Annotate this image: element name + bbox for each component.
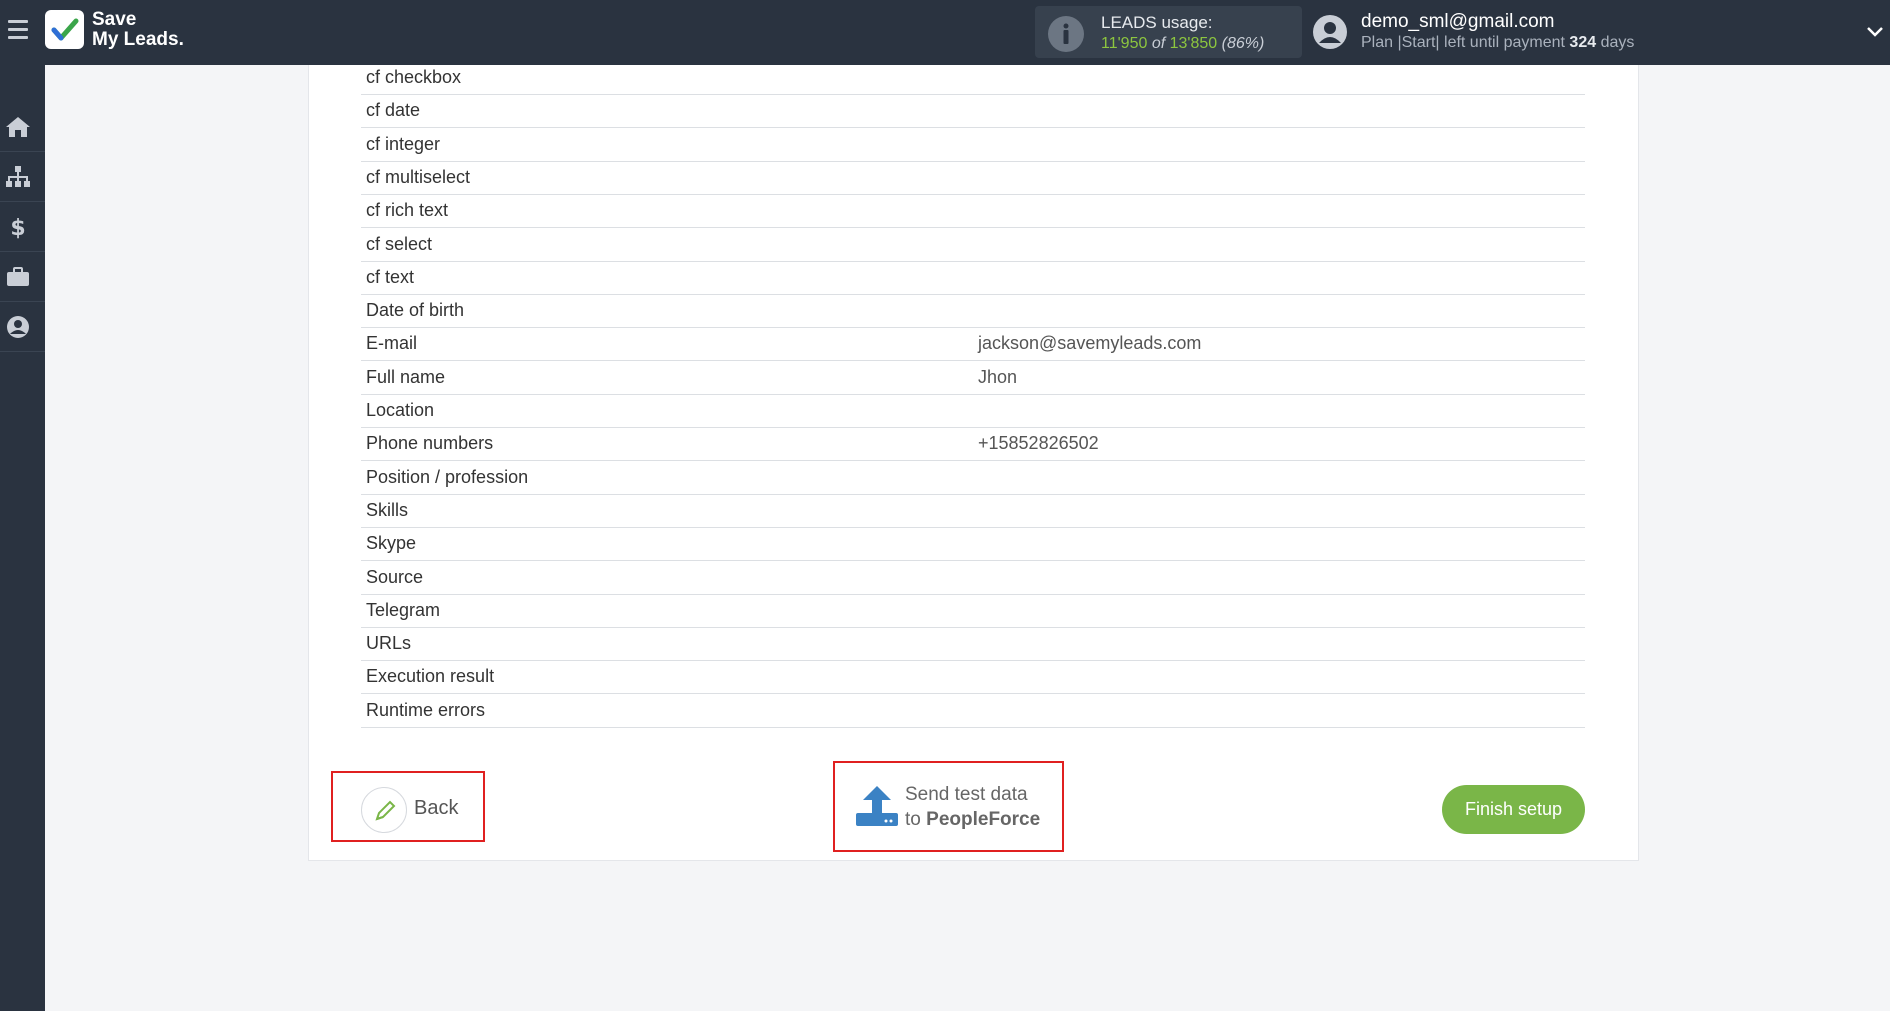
- field-label: Execution result: [366, 666, 495, 687]
- field-label: Date of birth: [366, 300, 465, 321]
- brand-line-2: My Leads.: [92, 29, 184, 50]
- table-row: Date of birth: [361, 295, 1585, 329]
- table-row: Position / profession: [361, 462, 1585, 495]
- field-label: cf select: [366, 233, 433, 254]
- sidebar-item-account[interactable]: [0, 302, 45, 352]
- field-label: cf date: [366, 100, 421, 121]
- back-button[interactable]: [361, 787, 407, 833]
- send-line-1: Send test data: [905, 784, 1028, 805]
- logo-icon[interactable]: [45, 10, 84, 49]
- user-email[interactable]: demo_sml@gmail.com: [1361, 11, 1555, 33]
- send-line-2-prefix: to: [905, 809, 921, 830]
- table-row: Source: [361, 562, 1585, 595]
- logo-text[interactable]: Save My Leads.: [92, 10, 184, 50]
- field-label: Telegram: [366, 599, 441, 620]
- field-label: E-mail: [366, 333, 418, 354]
- table-row: Telegram: [361, 595, 1585, 628]
- field-value: Jhon: [978, 366, 1018, 387]
- sitemap-icon: [6, 166, 30, 187]
- usage-of: of: [1151, 35, 1166, 52]
- chevron-down-icon[interactable]: [1866, 22, 1884, 40]
- sidebar: $: [0, 65, 45, 1011]
- back-highlight: [331, 771, 485, 842]
- usage-value: 11'950 of 13'850 (86%): [1101, 35, 1264, 53]
- info-icon[interactable]: [1048, 16, 1084, 52]
- field-label: URLs: [366, 633, 412, 654]
- field-label: Skype: [366, 533, 417, 554]
- svg-text:$: $: [10, 216, 25, 239]
- table-row: Runtime errors: [361, 695, 1585, 728]
- field-label: Runtime errors: [366, 699, 486, 720]
- field-label: Location: [366, 400, 435, 420]
- table-row: Skype: [361, 528, 1585, 562]
- back-label[interactable]: Back: [414, 797, 458, 820]
- sidebar-item-home[interactable]: [0, 102, 45, 152]
- field-label: Position / profession: [366, 466, 529, 487]
- plan-days: 324: [1569, 34, 1597, 51]
- sidebar-item-billing[interactable]: $: [0, 202, 45, 252]
- upload-icon[interactable]: [853, 783, 901, 831]
- field-label: Full name: [366, 366, 446, 387]
- field-label: Skills: [366, 499, 409, 520]
- send-target: PeopleForce: [926, 809, 1041, 830]
- table-row: Full name Jhon: [361, 362, 1585, 395]
- table-row: cf select: [361, 229, 1585, 262]
- usage-total: 13'850: [1169, 35, 1218, 52]
- finish-setup-button[interactable]: Finish setup: [1442, 785, 1585, 834]
- usage-percent: (86%): [1221, 35, 1265, 52]
- sidebar-item-connections[interactable]: [0, 152, 45, 202]
- table-row: cf text: [361, 262, 1585, 295]
- home-icon: [6, 117, 30, 137]
- table-row: cf checkbox: [361, 62, 1585, 95]
- field-label: cf checkbox: [366, 67, 462, 87]
- field-label: cf rich text: [366, 200, 449, 221]
- table-row: cf rich text: [361, 195, 1585, 229]
- table-row: Execution result: [361, 661, 1585, 695]
- field-label: cf multiselect: [366, 166, 471, 187]
- briefcase-icon: [7, 267, 29, 286]
- usage-used: 11'950: [1101, 35, 1148, 52]
- usage-label: LEADS usage:: [1101, 13, 1213, 32]
- account-icon[interactable]: [1312, 14, 1348, 50]
- send-line-2: to PeopleForce: [905, 807, 1040, 832]
- table-row: URLs: [361, 628, 1585, 662]
- sidebar-item-services[interactable]: [0, 252, 45, 302]
- table-row: Location: [361, 395, 1585, 428]
- table-row: Skills: [361, 495, 1585, 528]
- plan-suffix: days: [1600, 34, 1635, 51]
- field-value: +15852826502: [978, 433, 1099, 454]
- dollar-icon: $: [10, 216, 25, 239]
- menu-icon[interactable]: [8, 20, 28, 40]
- user-plan: Plan |Start| left until payment 324 days: [1361, 34, 1634, 52]
- table-row: cf multiselect: [361, 162, 1585, 195]
- field-label: cf text: [366, 266, 415, 287]
- send-test-data-button[interactable]: Send test data to PeopleForce: [905, 782, 1040, 832]
- field-label: Source: [366, 566, 424, 587]
- brand-line-1: Save: [92, 9, 137, 30]
- leads-usage-panel: LEADS usage: 11'950 of 13'850 (86%): [1035, 6, 1302, 58]
- plan-prefix: Plan |Start| left until payment: [1361, 34, 1565, 51]
- table-row: cf date: [361, 95, 1585, 129]
- pencil-icon: [375, 800, 396, 821]
- field-label: Phone numbers: [366, 433, 494, 454]
- table-row: E-mail jackson@savemyleads.com: [361, 328, 1585, 362]
- top-bar: Save My Leads. LEADS usage: 11'950 of 13…: [0, 0, 1890, 65]
- table-row: cf integer: [361, 129, 1585, 162]
- field-value: jackson@savemyleads.com: [978, 333, 1202, 354]
- user-icon: [7, 316, 29, 338]
- table-row: Phone numbers +15852826502: [361, 428, 1585, 462]
- field-label: cf integer: [366, 133, 441, 154]
